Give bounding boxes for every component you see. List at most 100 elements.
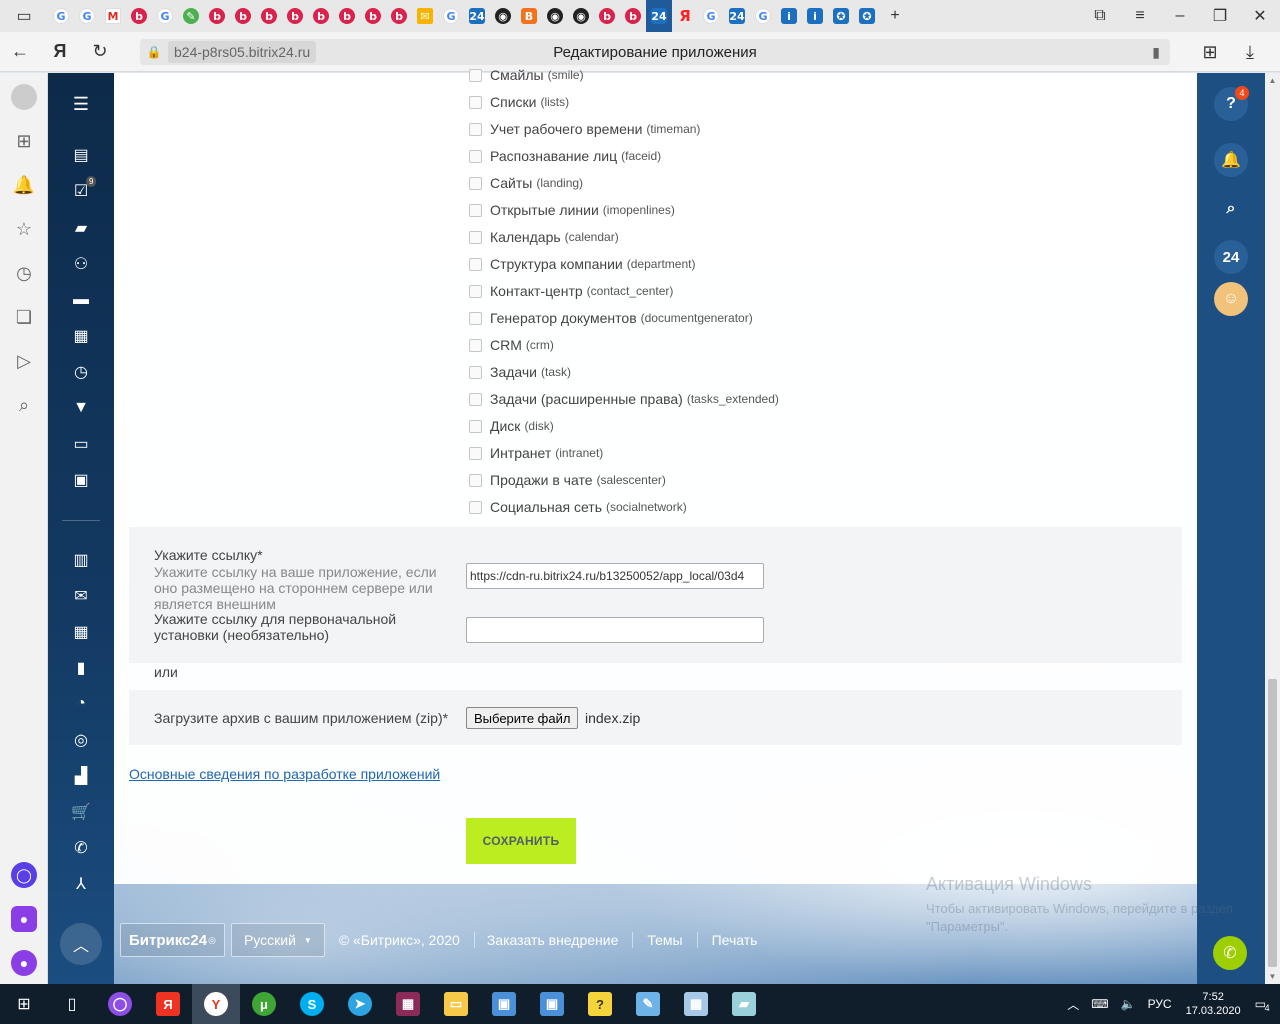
telegram-icon[interactable]: ➤: [336, 984, 384, 1024]
language-select[interactable]: Русский ▼: [230, 923, 325, 957]
calendar-icon[interactable]: ▦: [48, 318, 114, 354]
favorites-star-icon[interactable]: ☆: [0, 207, 48, 251]
translate-icon[interactable]: ⊞: [1190, 32, 1230, 72]
messenger-icon[interactable]: ●: [0, 897, 48, 941]
network-icon[interactable]: ⌨: [1091, 997, 1108, 1011]
bookmarks-icon[interactable]: ⧉: [1080, 0, 1120, 32]
phone-icon[interactable]: ✆: [48, 830, 114, 866]
scroll-thumb[interactable]: [1268, 679, 1277, 967]
dev-docs-link[interactable]: Основные сведения по разработке приложен…: [129, 766, 440, 782]
close-window-icon[interactable]: ✕: [1240, 0, 1280, 32]
skype-icon[interactable]: S: [288, 984, 336, 1024]
alice-taskbar-icon[interactable]: ◯: [96, 984, 144, 1024]
action-center-icon[interactable]: ▭ 4: [1255, 997, 1270, 1013]
browser-tab[interactable]: b: [620, 0, 646, 32]
scope-checkbox[interactable]: [469, 176, 482, 190]
new-tab-icon[interactable]: +: [880, 0, 910, 32]
bitrix24-icon[interactable]: 24: [1214, 240, 1248, 274]
browser-tab[interactable]: M: [100, 0, 126, 32]
scope-checkbox[interactable]: [469, 338, 482, 352]
notifications-bell-icon[interactable]: 🔔: [0, 163, 48, 207]
browser-tab[interactable]: 24: [464, 0, 490, 32]
sites-icon[interactable]: ▭: [48, 426, 114, 462]
browser-tab[interactable]: b: [126, 0, 152, 32]
browser-tab[interactable]: ✎: [178, 0, 204, 32]
call-icon[interactable]: ✆: [1213, 936, 1247, 970]
scope-checkbox[interactable]: [469, 203, 482, 217]
browser-tab[interactable]: G: [698, 0, 724, 32]
browser-tab[interactable]: b: [334, 0, 360, 32]
browser-tab[interactable]: ✪: [828, 0, 854, 32]
start-icon[interactable]: ⊞: [0, 984, 48, 1024]
scope-item[interactable]: Диск (disk): [469, 416, 554, 436]
browser-tab[interactable]: b: [594, 0, 620, 32]
reload-icon[interactable]: ↻: [80, 32, 120, 72]
scope-checkbox[interactable]: [469, 473, 482, 487]
scope-checkbox[interactable]: [469, 230, 482, 244]
install-link-input[interactable]: [466, 617, 764, 643]
scope-item[interactable]: Интранет (intranet): [469, 443, 603, 463]
scroll-top-icon[interactable]: ︿: [60, 923, 102, 965]
choose-file-button[interactable]: Выберите файл: [466, 707, 579, 729]
contacts-card-icon[interactable]: ▣: [48, 462, 114, 498]
scope-checkbox[interactable]: [469, 446, 482, 460]
scope-item[interactable]: Социальная сеть (socialnetwork): [469, 497, 687, 517]
scope-item[interactable]: Продажи в чате (salescenter): [469, 470, 666, 490]
browser-tab[interactable]: b: [256, 0, 282, 32]
bitrix24-logo[interactable]: Битрикс24 ◎: [120, 923, 225, 957]
menu-icon[interactable]: ≡: [1120, 0, 1160, 32]
footer-link-print[interactable]: Печать: [712, 932, 758, 948]
scope-item[interactable]: Списки (lists): [469, 92, 569, 112]
lock-icon[interactable]: 🔒: [140, 45, 168, 59]
alice-icon[interactable]: ◯: [0, 853, 48, 897]
browser-tab[interactable]: b: [386, 0, 412, 32]
scope-item[interactable]: Структура компании (department): [469, 254, 695, 274]
torrent-icon[interactable]: μ: [240, 984, 288, 1024]
volume-icon[interactable]: 🔈: [1121, 997, 1136, 1011]
browser-tab[interactable]: G: [438, 0, 464, 32]
browser-tab[interactable]: i: [802, 0, 828, 32]
footer-link-themes[interactable]: Темы: [647, 932, 682, 948]
download-icon[interactable]: ⤓: [1230, 32, 1270, 72]
keyboard-lang[interactable]: РУС: [1148, 997, 1172, 1011]
browser-tab[interactable]: ◉: [542, 0, 568, 32]
scroll-up-icon[interactable]: ▲: [1265, 73, 1280, 88]
browser-tab[interactable]: b: [230, 0, 256, 32]
feed-icon[interactable]: ▤: [48, 137, 114, 173]
browser-tab[interactable]: i: [776, 0, 802, 32]
search-icon[interactable]: ⌕: [1214, 192, 1248, 226]
search-doc-icon[interactable]: ⌕: [0, 383, 48, 427]
scope-checkbox[interactable]: [469, 122, 482, 136]
browser-tab[interactable]: B: [516, 0, 542, 32]
yandex-icon[interactable]: Я: [40, 32, 80, 72]
yandex-browser-icon[interactable]: Я: [144, 984, 192, 1024]
scope-checkbox[interactable]: [469, 365, 482, 379]
scope-item[interactable]: Сайты (landing): [469, 173, 583, 193]
scope-checkbox[interactable]: [469, 419, 482, 433]
scope-item[interactable]: Распознавание лиц (faceid): [469, 146, 661, 166]
mail-icon[interactable]: ✉: [48, 578, 114, 614]
browser-tab[interactable]: ◉: [568, 0, 594, 32]
back-icon[interactable]: ←: [0, 32, 40, 72]
scope-item[interactable]: Смайлы (smile): [469, 65, 584, 85]
paint-icon[interactable]: ✎: [624, 984, 672, 1024]
menu-burger-icon[interactable]: ☰: [48, 86, 114, 122]
scroll-down-icon[interactable]: ▼: [1265, 969, 1280, 984]
browser-tab[interactable]: G: [750, 0, 776, 32]
restore-icon[interactable]: ❐: [1200, 0, 1240, 32]
explorer-icon[interactable]: ▭: [432, 984, 480, 1024]
image-viewer-icon[interactable]: ▣: [480, 984, 528, 1024]
yandex-app-icon[interactable]: Y: [192, 984, 240, 1024]
browser-tab[interactable]: ✉: [412, 0, 438, 32]
url-field[interactable]: 🔒 b24-p8rs05.bitrix24.ru Редактирование …: [140, 39, 1170, 65]
tasks-icon[interactable]: ☑ 9: [48, 173, 114, 209]
scope-item[interactable]: Генератор документов (documentgenerator): [469, 308, 753, 328]
help-app-icon[interactable]: ?: [576, 984, 624, 1024]
footer-link-order[interactable]: Заказать внедрение: [487, 932, 619, 948]
scope-checkbox[interactable]: [469, 95, 482, 109]
scope-item[interactable]: Календарь (calendar): [469, 227, 619, 247]
notes-icon[interactable]: ▰: [720, 984, 768, 1024]
vertical-scrollbar[interactable]: ▲ ▼: [1265, 73, 1280, 984]
collections-icon[interactable]: ❏: [0, 295, 48, 339]
browser-tab[interactable]: b: [204, 0, 230, 32]
